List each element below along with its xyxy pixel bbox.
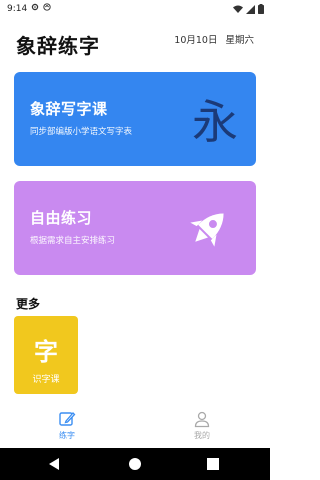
system-nav-bar (0, 448, 270, 480)
status-bar: 9:14 (0, 0, 270, 22)
tab-label: 我的 (194, 431, 210, 440)
settings-gear-icon (31, 3, 39, 11)
status-right-icons (233, 4, 264, 14)
home-circle-icon[interactable] (128, 457, 142, 471)
literacy-course-tile[interactable]: 字 识字课 (14, 316, 78, 394)
weekday-text: 星期六 (225, 35, 254, 46)
free-practice-card[interactable]: 自由练习 根据需求自主安排练习 (14, 181, 256, 275)
date-line: 10月10日 星期六 (174, 32, 254, 46)
more-section-title: 更多 (16, 297, 41, 311)
pen-edit-icon (59, 412, 76, 426)
tab-mine[interactable]: 我的 (172, 410, 232, 441)
tab-label: 练字 (59, 431, 75, 440)
vpn-icon (43, 3, 51, 11)
rocket-icon (190, 213, 224, 247)
date-text: 10月10日 (174, 35, 218, 46)
back-triangle-icon[interactable] (48, 457, 60, 471)
writing-course-card[interactable]: 象辞写字课 同步部编版小学语文写字表 永 (14, 72, 256, 166)
status-time: 9:14 (7, 4, 28, 14)
tile-label: 识字课 (32, 375, 60, 385)
yong-character-icon: 永 (192, 95, 238, 149)
battery-icon (258, 4, 264, 14)
signal-icon (246, 4, 255, 14)
tile-glyph: 字 (34, 338, 58, 366)
app-title: 象辞练字 (16, 34, 100, 58)
card-subtitle: 根据需求自主安排练习 (30, 236, 116, 246)
card-subtitle: 同步部编版小学语文写字表 (30, 127, 133, 137)
card-title: 自由练习 (30, 209, 93, 227)
wifi-icon (233, 5, 243, 13)
tab-practice[interactable]: 练字 (37, 410, 97, 441)
bottom-tab-bar: 练字 我的 (0, 404, 270, 448)
status-left-icons (31, 3, 51, 11)
card-title: 象辞写字课 (30, 100, 108, 118)
person-icon (194, 411, 210, 428)
recents-square-icon[interactable] (207, 458, 219, 470)
